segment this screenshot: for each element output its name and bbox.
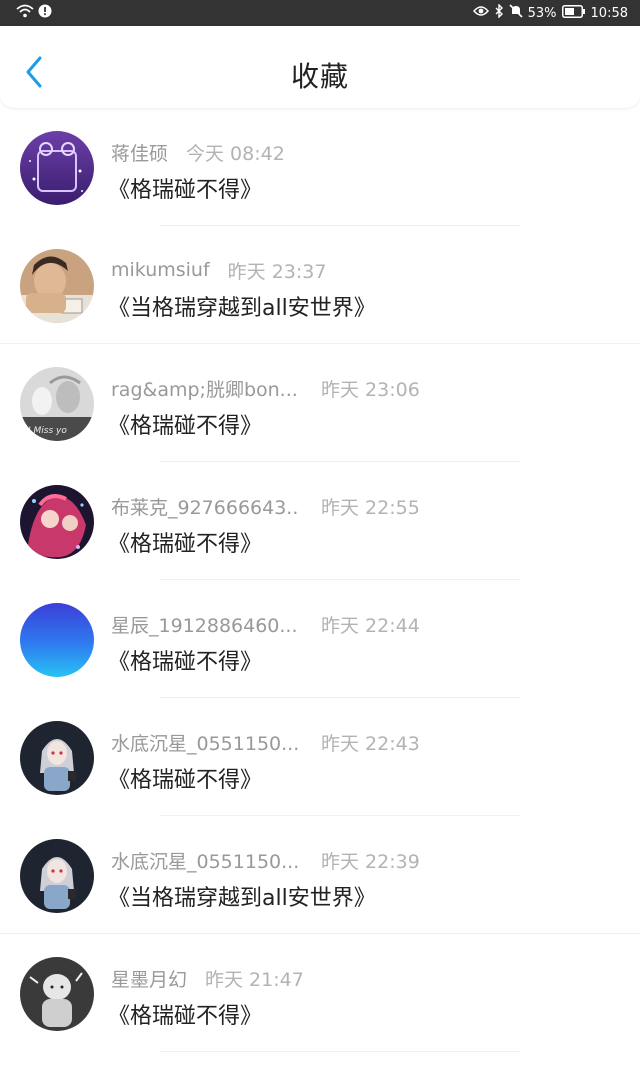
timestamp: 今天 08:42 — [186, 142, 285, 165]
clock: 10:58 — [590, 6, 628, 21]
user-name[interactable]: 水底沉星_0551150... — [111, 847, 303, 874]
user-name[interactable]: mikumsiuf — [111, 259, 210, 281]
status-bar: 53% 10:58 — [0, 0, 640, 26]
book-title[interactable]: 《当格瑞穿越到all安世界》 — [108, 880, 376, 912]
eye-icon — [472, 5, 489, 23]
item-meta: rag&amp;胱卿bon... 昨天 23:06 — [111, 375, 611, 401]
item-meta: 布莱克_927666643.. 昨天 22:55 — [111, 493, 611, 519]
book-title[interactable]: 《当格瑞穿越到all安世界》 — [108, 290, 376, 322]
app-header: 收藏 — [0, 26, 640, 108]
item-meta: 星辰_1912886460... 昨天 22:44 — [111, 611, 611, 637]
user-name[interactable]: 水底沉星_0551150... — [111, 729, 303, 756]
user-name[interactable]: 蒋佳硕 — [111, 139, 168, 166]
svg-text:I Miss yo: I Miss yo — [28, 426, 67, 436]
list-item[interactable]: mikumsiuf 昨天 23:37 《当格瑞穿越到all安世界》 — [0, 226, 640, 344]
list-item[interactable]: 布莱克_927666643.. 昨天 22:55 《格瑞碰不得》 — [0, 462, 640, 580]
book-title[interactable]: 《格瑞碰不得》 — [108, 408, 262, 440]
user-name[interactable]: rag&amp;胱卿bon... — [111, 375, 303, 402]
sketch-character-avatar[interactable] — [20, 957, 94, 1031]
book-title[interactable]: 《格瑞碰不得》 — [108, 998, 262, 1030]
item-meta: 水底沉星_0551150... 昨天 22:39 — [111, 847, 611, 873]
timestamp: 昨天 23:06 — [321, 378, 420, 401]
user-name[interactable]: 星辰_1912886460... — [111, 611, 303, 638]
timestamp: 昨天 22:43 — [321, 732, 420, 755]
mute-icon — [509, 4, 523, 24]
list-item[interactable]: 水底沉星_0551150... 昨天 22:39 《当格瑞穿越到all安世界》 — [0, 816, 640, 934]
list-item[interactable]: I Miss yo rag&amp;胱卿bon... 昨天 23:06 《格瑞碰… — [0, 344, 640, 462]
grey-miss-you-avatar[interactable]: I Miss yo — [20, 367, 94, 441]
book-title[interactable]: 《格瑞碰不得》 — [108, 644, 262, 676]
page-title: 收藏 — [290, 60, 349, 93]
timestamp: 昨天 23:37 — [227, 260, 327, 283]
list-item[interactable]: 蒋佳硕 今天 08:42 《格瑞碰不得》 — [0, 108, 640, 226]
anime-girl-avatar[interactable] — [20, 721, 94, 795]
timestamp: 昨天 22:39 — [321, 850, 420, 873]
divider — [160, 1051, 520, 1052]
photo-person-avatar[interactable] — [20, 249, 94, 323]
bluetooth-icon — [494, 3, 504, 24]
book-title[interactable]: 《格瑞碰不得》 — [108, 526, 262, 558]
purple-night-avatar[interactable] — [20, 131, 94, 205]
pink-anime-avatar[interactable] — [20, 485, 94, 559]
item-meta: 蒋佳硕 今天 08:42 — [111, 139, 611, 165]
timestamp: 昨天 21:47 — [205, 968, 304, 991]
blue-gradient-avatar[interactable] — [20, 603, 94, 677]
battery-icon — [561, 4, 586, 24]
item-meta: 星墨月幻 昨天 21:47 — [111, 965, 611, 991]
timestamp: 昨天 22:55 — [321, 496, 420, 519]
item-meta: 水底沉星_0551150... 昨天 22:43 — [111, 729, 611, 755]
wifi-icon — [16, 4, 34, 22]
alert-icon — [38, 4, 52, 22]
timestamp: 昨天 22:44 — [321, 614, 420, 637]
battery-percent: 53% — [527, 6, 557, 21]
user-name[interactable]: 星墨月幻 — [111, 965, 187, 992]
anime-girl-avatar[interactable] — [20, 839, 94, 913]
list-item[interactable]: 水底沉星_0551150... 昨天 22:43 《格瑞碰不得》 — [0, 698, 640, 816]
book-title[interactable]: 《格瑞碰不得》 — [108, 172, 262, 204]
item-meta: mikumsiuf 昨天 23:37 — [111, 257, 611, 283]
list-item[interactable]: 星辰_1912886460... 昨天 22:44 《格瑞碰不得》 — [0, 580, 640, 698]
user-name[interactable]: 布莱克_927666643.. — [111, 493, 303, 520]
favorites-list: 蒋佳硕 今天 08:42 《格瑞碰不得》 mikumsiuf 昨天 23:37 … — [0, 108, 640, 1052]
book-title[interactable]: 《格瑞碰不得》 — [108, 762, 262, 794]
list-item[interactable]: 星墨月幻 昨天 21:47 《格瑞碰不得》 — [0, 934, 640, 1052]
